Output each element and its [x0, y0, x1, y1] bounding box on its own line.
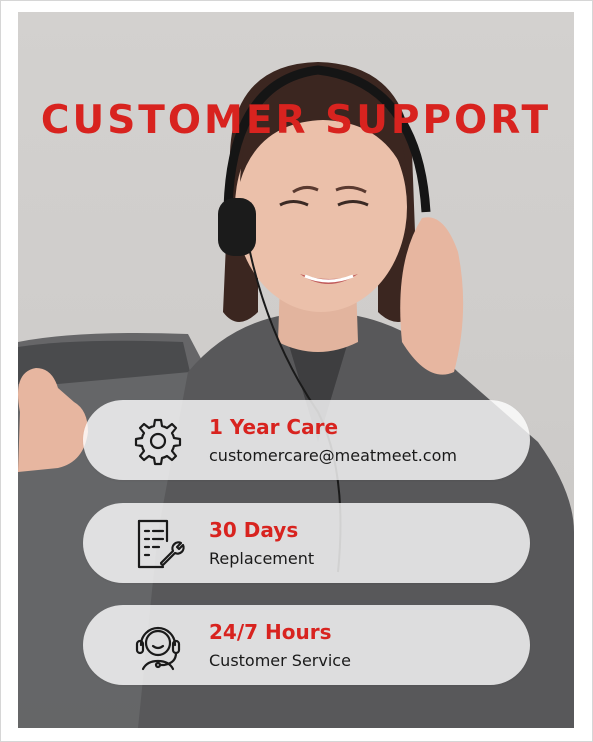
document-wrench-icon	[137, 519, 185, 569]
feature-subtitle-email: customercare@meatmeet.com	[209, 446, 457, 465]
gear-icon	[134, 418, 182, 466]
feature-title: 1 Year Care	[209, 415, 339, 439]
headset-agent-icon	[135, 626, 181, 671]
page-title: CUSTOMER SUPPORT	[40, 98, 552, 143]
feature-title: 30 Days	[209, 518, 299, 542]
feature-card-year-care: 1 Year Care customercare@meatmeet.com	[83, 400, 530, 480]
feature-card-replacement: 30 Days Replacement	[83, 503, 530, 583]
support-agent-photo: CUSTOMER SUPPORT 1 Year Care customercar…	[18, 12, 574, 728]
feature-subtitle: Customer Service	[209, 651, 351, 670]
feature-title: 24/7 Hours	[209, 620, 332, 644]
feature-card-customer-service: 24/7 Hours Customer Service	[83, 605, 530, 685]
feature-subtitle: Replacement	[209, 549, 315, 568]
banner-frame: CUSTOMER SUPPORT 1 Year Care customercar…	[0, 0, 593, 742]
